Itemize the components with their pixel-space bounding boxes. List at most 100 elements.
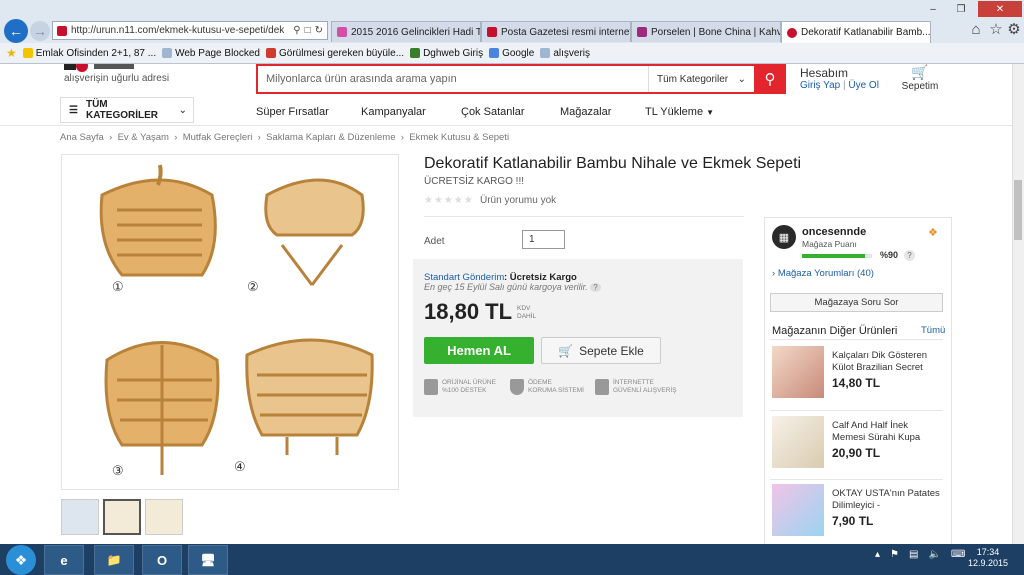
scrollbar-thumb[interactable] [1014, 180, 1022, 240]
browser-tab[interactable]: Porselen | Bone China | Kahvalt... [631, 21, 781, 42]
quantity-input[interactable]: 1 [522, 230, 565, 249]
file-explorer-icon[interactable]: 📁 [94, 545, 134, 575]
breadcrumb-item[interactable]: Ev & Yaşam [118, 132, 169, 143]
account-links: Giriş Yap | Üye Ol [800, 80, 879, 91]
favicon-b-icon [637, 27, 647, 37]
outlook-icon[interactable]: O [142, 545, 182, 575]
store-product-item[interactable]: Kalçaları Dik Gösteren Külot Brazilian S… [772, 346, 944, 412]
favorites-bar: ★ Emlak Ofisinden 2+1, 87 ... Web Page B… [0, 43, 1024, 63]
scrollbar[interactable] [1012, 64, 1024, 544]
start-button[interactable]: ❖ [6, 545, 36, 575]
breadcrumb-item[interactable]: Saklama Kapları & Düzenleme [266, 132, 395, 143]
browser-tab[interactable]: 2015 2016 Gelincikleri Hadi To... [331, 21, 481, 42]
favorite-item[interactable]: Web Page Blocked [162, 48, 260, 59]
browser-tab[interactable]: Posta Gazetesi resmi internet si... [481, 21, 631, 42]
product-thumbnail [772, 346, 824, 398]
breadcrumb-item[interactable]: Mutfak Gereçleri [183, 132, 253, 143]
volume-icon[interactable]: 🔈 [928, 549, 940, 560]
breadcrumb-item[interactable]: Ekmek Kutusu & Sepeti [409, 132, 509, 143]
store-icon[interactable]: ▦ [772, 225, 796, 249]
refresh-icon[interactable]: ↻ [315, 25, 327, 36]
favorites-star-icon[interactable]: ☆ [986, 19, 1006, 39]
all-categories-button[interactable]: ☰ TÜM KATEGORİLER ⌄ [60, 97, 194, 123]
menu-kampanyalar[interactable]: Kampanyalar [361, 106, 426, 118]
minimize-icon[interactable]: – [920, 1, 946, 17]
store-reviews-link[interactable]: › Mağaza Yorumları (40) [772, 268, 874, 279]
menu-tl-yukleme[interactable]: TL Yükleme ▼ [645, 106, 714, 118]
search-bar: Milyonlarca ürün arasında arama yapın Tü… [256, 64, 786, 94]
show-hidden-icons-icon[interactable]: ▴ [875, 549, 880, 560]
help-icon[interactable]: ? [590, 283, 601, 292]
breadcrumb-item[interactable]: Ana Sayfa [60, 132, 104, 143]
menu-cok-satanlar[interactable]: Çok Satanlar [461, 106, 525, 118]
cart-icon: 🛒 [911, 64, 929, 80]
category-select[interactable]: Tüm Kategoriler ⌄ [648, 66, 754, 92]
s-icon [22, 48, 33, 58]
keyboard-icon[interactable]: ⌨ [951, 549, 965, 560]
store-product-price: 20,90 TL [832, 446, 881, 460]
page-icon [540, 48, 551, 58]
page-icon [162, 48, 173, 58]
login-link[interactable]: Giriş Yap [800, 80, 840, 91]
product-image[interactable]: ① ② ③ ④ [61, 154, 399, 490]
add-to-cart-button[interactable]: 🛒 Sepete Ekle [541, 337, 661, 364]
seller-name[interactable]: oncesennde [802, 226, 866, 238]
tab-label: Porselen | Bone China | Kahvalt... [651, 26, 780, 38]
divider [424, 216, 744, 217]
store-product-item[interactable]: Calf And Half İnek Memesi Sürahi Kupa 20… [772, 416, 944, 482]
close-window-icon[interactable]: ✕ [978, 1, 1022, 17]
remote-desktop-icon[interactable]: 🖥 [188, 545, 228, 575]
cart-button[interactable]: 🛒 Sepetim [898, 64, 942, 92]
internet-explorer-icon[interactable]: e [44, 545, 84, 575]
favorite-item[interactable]: Dghweb Giriş [410, 48, 483, 59]
home-icon[interactable]: ⌂ [966, 19, 986, 39]
forward-button[interactable]: → [30, 21, 50, 41]
browser-tab-active[interactable]: Dekoratif Katlanabilir Bamb... ✕ [781, 21, 931, 43]
rating-stars: ★★★★★ [424, 195, 474, 206]
search-input[interactable]: Milyonlarca ürün arasında arama yapın [258, 73, 648, 85]
flag-icon[interactable]: ⚑ [890, 549, 899, 560]
quantity-label: Adet [424, 236, 445, 247]
register-link[interactable]: Üye Ol [848, 80, 879, 91]
gear-icon[interactable]: ⚙ [1004, 19, 1024, 39]
secure-shopping-badge: İNTERNETTE GÜVENLİ ALIŞVERİŞ [595, 379, 677, 395]
restore-icon[interactable]: ❐ [948, 1, 974, 17]
buy-now-button[interactable]: Hemen AL [424, 337, 534, 364]
ask-store-button[interactable]: Mağazaya Soru Sor [770, 293, 943, 312]
breadcrumb: Ana Sayfa › Ev & Yaşam › Mutfak Gereçler… [60, 132, 510, 143]
store-product-item[interactable]: OKTAY USTA'nın Patates Dilimleyici - 7,9… [772, 484, 944, 550]
favorite-item[interactable]: Google [489, 48, 534, 59]
account-title[interactable]: Hesabım [800, 66, 848, 80]
store-product-name: Kalçaları Dik Gösteren Külot Brazilian S… [832, 350, 928, 373]
google-icon [489, 48, 500, 58]
all-products-link[interactable]: Tümü [921, 325, 945, 336]
back-button[interactable]: ← [4, 19, 28, 43]
clock[interactable]: 17:34 12.9.2015 [968, 547, 1008, 569]
favorite-item[interactable]: alışveriş [540, 48, 590, 59]
badge-text: %100 DESTEK [442, 387, 487, 394]
site-favicon [57, 25, 67, 36]
thumbnail[interactable] [61, 499, 99, 535]
barcode-icon [424, 379, 438, 395]
shipping-note: En geç 15 Eylül Salı günü kargoya verili… [424, 282, 601, 292]
product-title: Dekoratif Katlanabilir Bambu Nihale ve E… [424, 155, 802, 172]
favorite-item[interactable]: Emlak Ofisinden 2+1, 87 ... [22, 48, 156, 59]
help-icon[interactable]: ? [904, 250, 915, 261]
account-separator: | [842, 80, 846, 91]
product-reviews-link[interactable]: Ürün yorumu yok [480, 195, 556, 206]
favorites-star-icon[interactable]: ★ [6, 46, 17, 60]
address-bar[interactable]: http://urun.n11.com/ekmek-kutusu-ve-sepe… [52, 21, 328, 40]
bookmark-icon [265, 48, 276, 58]
search-icon[interactable]: ⚲ [293, 25, 300, 36]
step-label: ③ [112, 464, 124, 479]
thumbnail-selected[interactable] [103, 499, 141, 535]
network-icon[interactable]: ▤ [909, 549, 918, 560]
menu-tl-yukleme-label: TL Yükleme [645, 106, 704, 118]
category-select-label: Tüm Kategoriler [657, 73, 729, 85]
thumbnail[interactable] [145, 499, 183, 535]
search-button[interactable]: ⚲ [754, 64, 786, 94]
menu-super-firsatlar[interactable]: Süper Fırsatlar [256, 106, 329, 118]
menu-magazalar[interactable]: Mağazalar [560, 106, 611, 118]
favorite-item[interactable]: Görülmesi gereken büyüle... [265, 48, 404, 59]
favorite-label: Google [502, 47, 535, 59]
